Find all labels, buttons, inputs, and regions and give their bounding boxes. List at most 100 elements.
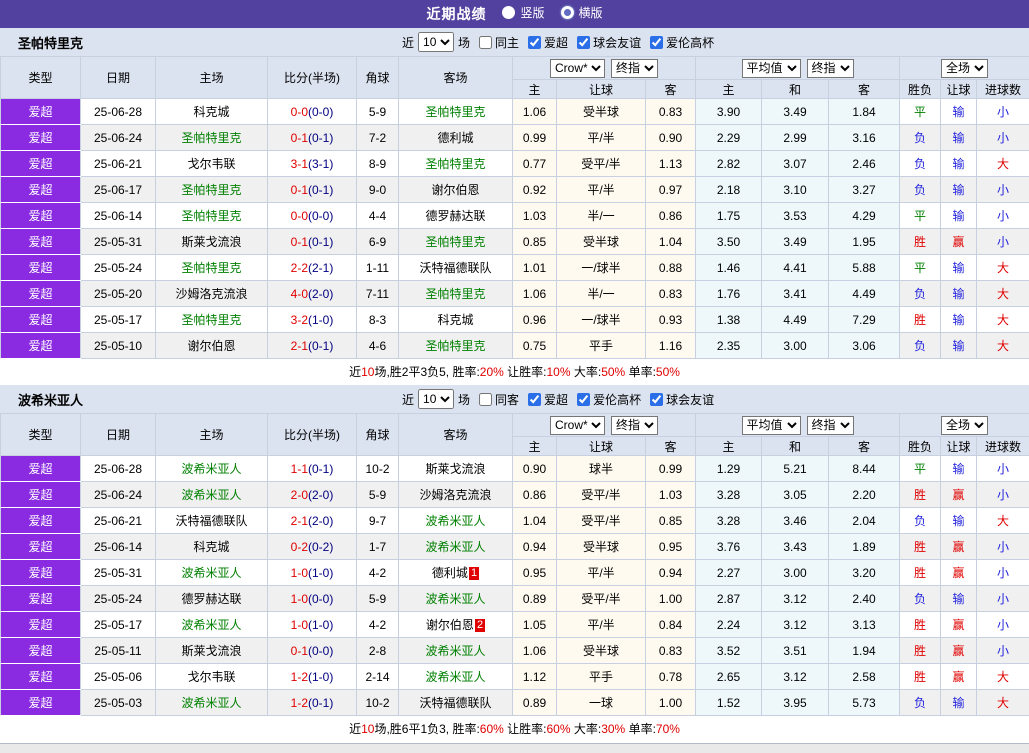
avg-away-cell: 3.27	[829, 177, 900, 203]
result-handicap-cell: 输	[941, 456, 977, 482]
odds-line-cell: 受半球	[557, 229, 646, 255]
filter-checkbox[interactable]	[650, 393, 663, 406]
result-handicap-cell: 输	[941, 508, 977, 534]
scope-select[interactable]: 全场	[941, 59, 988, 78]
avg-home-cell: 3.76	[696, 534, 762, 560]
home-team-cell: 沙姆洛克流浪	[156, 281, 268, 307]
halftime-score: (0-1)	[308, 696, 333, 710]
corner-cell: 7-2	[357, 125, 399, 151]
summary-segment: 60%	[547, 722, 571, 736]
avg-away-cell: 1.94	[829, 638, 900, 664]
team-name: 沙姆洛克流浪	[419, 488, 491, 502]
away-team-cell: 沙姆洛克流浪	[399, 482, 513, 508]
odds-home-cell: 1.03	[513, 203, 557, 229]
odds-line-cell: 受半球	[557, 534, 646, 560]
match-row: 爱超25-05-03波希米亚人1-2(0-1)10-2沃特福德联队0.89一球1…	[1, 690, 1029, 716]
filter-label: 爱伦高杯	[666, 34, 714, 51]
score-cell: 1-1(0-1)	[268, 456, 357, 482]
odds-home-cell: 0.77	[513, 151, 557, 177]
odds-away-cell: 1.00	[646, 690, 696, 716]
fulltime-score: 1-2	[291, 670, 308, 684]
halftime-score: (1-0)	[308, 313, 333, 327]
avg-away-cell: 2.58	[829, 664, 900, 690]
date-cell: 25-05-31	[81, 560, 156, 586]
halftime-score: (0-0)	[308, 644, 333, 658]
result-goals-cell: 大	[977, 281, 1029, 307]
scope-select[interactable]: 全场	[941, 416, 988, 435]
col-header: 主场	[156, 414, 268, 456]
league-cell: 爱超	[1, 151, 81, 177]
odds-home-cell: 0.89	[513, 586, 557, 612]
odds-away-cell: 0.88	[646, 255, 696, 281]
final-index-select[interactable]: 终指	[611, 59, 658, 78]
league-cell: 爱超	[1, 99, 81, 125]
odds-away-cell: 0.94	[646, 560, 696, 586]
score-cell: 1-0(1-0)	[268, 612, 357, 638]
team-name: 戈尔韦联	[187, 157, 235, 171]
result-handicap-cell: 赢	[941, 560, 977, 586]
team-name: 波希米亚人	[425, 514, 485, 528]
summary-segment: 让胜率:	[504, 365, 547, 379]
result-handicap-cell: 输	[941, 690, 977, 716]
sub-col-header: 客	[646, 437, 696, 456]
average-select[interactable]: 平均值	[742, 59, 801, 78]
final-index-select[interactable]: 终指	[611, 416, 658, 435]
avg-away-cell: 2.46	[829, 151, 900, 177]
filter-checkbox[interactable]	[577, 393, 590, 406]
odds-home-cell: 0.95	[513, 560, 557, 586]
away-team-cell: 谢尔伯恩2	[399, 612, 513, 638]
sub-col-header: 让球	[557, 80, 646, 99]
date-cell: 25-05-03	[81, 690, 156, 716]
fulltime-score: 3-2	[291, 313, 308, 327]
filter-checkbox[interactable]	[479, 393, 492, 406]
result-wdl-cell: 负	[900, 690, 941, 716]
result-goals-cell: 小	[977, 482, 1029, 508]
summary-segment: 10	[361, 365, 374, 379]
bookmaker-select[interactable]: Crow*	[550, 59, 605, 78]
odds-group-header: 平均值终指	[696, 57, 900, 80]
away-team-cell: 圣帕特里克	[399, 333, 513, 359]
filter-checkbox[interactable]	[479, 36, 492, 49]
corner-cell: 5-9	[357, 482, 399, 508]
halftime-score: (0-1)	[308, 339, 333, 353]
layout-radio-horizontal[interactable]: 横版	[561, 4, 603, 21]
home-team-cell: 谢尔伯恩	[156, 333, 268, 359]
filter-checkbox[interactable]	[577, 36, 590, 49]
avg-draw-cell: 4.49	[762, 307, 829, 333]
halftime-score: (1-0)	[308, 618, 333, 632]
corner-cell: 1-11	[357, 255, 399, 281]
filter-checkbox[interactable]	[528, 36, 541, 49]
halftime-score: (2-0)	[308, 287, 333, 301]
filter-controls: 近10场同客爱超爱伦高杯球会友谊	[400, 389, 716, 409]
col-header: 比分(半场)	[268, 57, 357, 99]
recent-count-select[interactable]: 10	[418, 389, 454, 409]
layout-radio-vertical[interactable]: 竖版	[502, 4, 544, 21]
average-select[interactable]: 平均值	[742, 416, 801, 435]
score-cell: 1-2(0-1)	[268, 690, 357, 716]
result-goals-cell: 大	[977, 333, 1029, 359]
result-goals-cell: 小	[977, 586, 1029, 612]
matches-label: 场	[458, 34, 470, 51]
filter-checkbox[interactable]	[650, 36, 663, 49]
result-wdl-cell: 胜	[900, 307, 941, 333]
bookmaker-select[interactable]: Crow*	[550, 416, 605, 435]
avg-draw-cell: 3.46	[762, 508, 829, 534]
sub-col-header: 进球数	[977, 437, 1029, 456]
date-cell: 25-05-17	[81, 307, 156, 333]
team-name: 波希米亚人	[181, 488, 241, 502]
recent-count-select[interactable]: 10	[418, 32, 454, 52]
halftime-score: (1-0)	[308, 670, 333, 684]
col-header: 主场	[156, 57, 268, 99]
odds-line-cell: 受平/半	[557, 482, 646, 508]
final-index-select[interactable]: 终指	[807, 59, 854, 78]
team-name: 圣帕特里克	[425, 235, 485, 249]
avg-home-cell: 2.24	[696, 612, 762, 638]
league-cell: 爱超	[1, 638, 81, 664]
filter-checkbox[interactable]	[528, 393, 541, 406]
sub-col-header: 让球	[557, 437, 646, 456]
league-cell: 爱超	[1, 508, 81, 534]
score-cell: 2-1(2-0)	[268, 508, 357, 534]
final-index-select[interactable]: 终指	[807, 416, 854, 435]
score-cell: 1-0(1-0)	[268, 560, 357, 586]
layout-radio-group: 竖版横版	[486, 4, 602, 24]
